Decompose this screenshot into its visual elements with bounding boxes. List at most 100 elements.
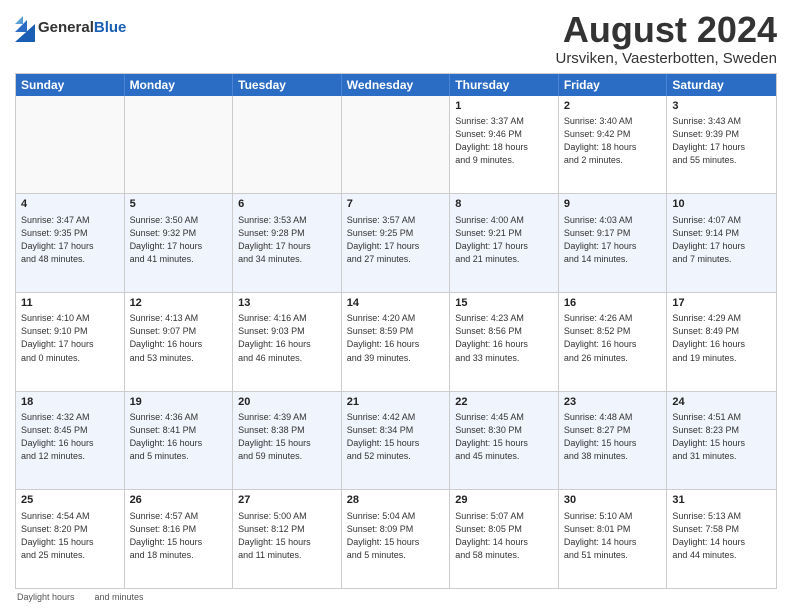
cell-text-line: and 14 minutes.: [564, 253, 662, 266]
cell-text-line: and 0 minutes.: [21, 352, 119, 365]
page: GeneralBlue August 2024 Ursviken, Vaeste…: [0, 0, 792, 612]
title-block: August 2024 Ursviken, Vaesterbotten, Swe…: [555, 10, 777, 67]
logo-general: General: [38, 19, 94, 36]
calendar-body: 1Sunrise: 3:37 AMSunset: 9:46 PMDaylight…: [16, 96, 776, 588]
cell-text-line: Sunrise: 3:40 AM: [564, 115, 662, 128]
cell-text-line: Sunset: 9:32 PM: [130, 227, 228, 240]
day-number: 19: [130, 395, 228, 410]
cell-text-line: and 48 minutes.: [21, 253, 119, 266]
header-day-sunday: Sunday: [16, 74, 125, 96]
day-number: 9: [564, 197, 662, 212]
cell-text-line: Sunset: 8:56 PM: [455, 325, 553, 338]
cell-text-line: Daylight: 17 hours: [21, 338, 119, 351]
cal-cell-r3c3: 21Sunrise: 4:42 AMSunset: 8:34 PMDayligh…: [342, 392, 451, 490]
cell-text-line: and 58 minutes.: [455, 549, 553, 562]
cell-text-line: Sunset: 8:59 PM: [347, 325, 445, 338]
cal-cell-r0c6: 3Sunrise: 3:43 AMSunset: 9:39 PMDaylight…: [667, 96, 776, 194]
day-number: 25: [21, 493, 119, 508]
cell-text-line: Sunrise: 4:54 AM: [21, 510, 119, 523]
day-number: 26: [130, 493, 228, 508]
cell-text-line: Sunset: 8:01 PM: [564, 523, 662, 536]
cell-text-line: Daylight: 16 hours: [130, 437, 228, 450]
cal-cell-r3c1: 19Sunrise: 4:36 AMSunset: 8:41 PMDayligh…: [125, 392, 234, 490]
cell-text-line: and 34 minutes.: [238, 253, 336, 266]
cell-text-line: Sunrise: 5:13 AM: [672, 510, 771, 523]
cell-text-line: Sunset: 8:38 PM: [238, 424, 336, 437]
cal-cell-r3c5: 23Sunrise: 4:48 AMSunset: 8:27 PMDayligh…: [559, 392, 668, 490]
cell-text-line: and 7 minutes.: [672, 253, 771, 266]
cal-cell-r2c5: 16Sunrise: 4:26 AMSunset: 8:52 PMDayligh…: [559, 293, 668, 391]
header-day-saturday: Saturday: [667, 74, 776, 96]
cell-text-line: Daylight: 16 hours: [455, 338, 553, 351]
cell-text-line: Daylight: 16 hours: [238, 338, 336, 351]
cell-text-line: Sunset: 9:28 PM: [238, 227, 336, 240]
cal-row-2: 11Sunrise: 4:10 AMSunset: 9:10 PMDayligh…: [16, 293, 776, 392]
day-number: 4: [21, 197, 119, 212]
cell-text-line: Sunrise: 4:10 AM: [21, 312, 119, 325]
day-number: 27: [238, 493, 336, 508]
cell-text-line: Sunset: 8:12 PM: [238, 523, 336, 536]
day-number: 15: [455, 296, 553, 311]
cell-text-line: and 45 minutes.: [455, 450, 553, 463]
cell-text-line: Sunrise: 4:16 AM: [238, 312, 336, 325]
cell-text-line: Sunset: 9:21 PM: [455, 227, 553, 240]
day-number: 21: [347, 395, 445, 410]
day-number: 28: [347, 493, 445, 508]
cell-text-line: Sunset: 9:03 PM: [238, 325, 336, 338]
cell-text-line: Sunset: 9:25 PM: [347, 227, 445, 240]
cell-text-line: Daylight: 18 hours: [455, 141, 553, 154]
cell-text-line: Sunrise: 3:53 AM: [238, 214, 336, 227]
subtitle: Ursviken, Vaesterbotten, Sweden: [555, 50, 777, 67]
cell-text-line: Sunset: 9:10 PM: [21, 325, 119, 338]
cell-text-line: Daylight: 18 hours: [564, 141, 662, 154]
cell-text-line: Sunset: 8:52 PM: [564, 325, 662, 338]
cell-text-line: Sunset: 8:16 PM: [130, 523, 228, 536]
day-number: 8: [455, 197, 553, 212]
calendar: SundayMondayTuesdayWednesdayThursdayFrid…: [15, 73, 777, 589]
cell-text-line: Daylight: 14 hours: [672, 536, 771, 549]
cell-text-line: Sunrise: 4:20 AM: [347, 312, 445, 325]
header-day-friday: Friday: [559, 74, 668, 96]
day-number: 10: [672, 197, 771, 212]
footer-note: Daylight hours and minutes: [15, 589, 777, 602]
day-number: 5: [130, 197, 228, 212]
cell-text-line: and 12 minutes.: [21, 450, 119, 463]
cell-text-line: and 9 minutes.: [455, 154, 553, 167]
day-number: 2: [564, 99, 662, 114]
cell-text-line: and 53 minutes.: [130, 352, 228, 365]
cell-text-line: and 18 minutes.: [130, 549, 228, 562]
day-number: 11: [21, 296, 119, 311]
day-number: 31: [672, 493, 771, 508]
cal-cell-r4c6: 31Sunrise: 5:13 AMSunset: 7:58 PMDayligh…: [667, 490, 776, 588]
cell-text-line: and 52 minutes.: [347, 450, 445, 463]
cal-cell-r3c4: 22Sunrise: 4:45 AMSunset: 8:30 PMDayligh…: [450, 392, 559, 490]
cell-text-line: Sunset: 8:09 PM: [347, 523, 445, 536]
main-title: August 2024: [555, 10, 777, 50]
cell-text-line: Sunset: 8:45 PM: [21, 424, 119, 437]
header: GeneralBlue August 2024 Ursviken, Vaeste…: [15, 10, 777, 67]
cal-row-3: 18Sunrise: 4:32 AMSunset: 8:45 PMDayligh…: [16, 392, 776, 491]
cell-text-line: Sunrise: 5:07 AM: [455, 510, 553, 523]
cal-row-1: 4Sunrise: 3:47 AMSunset: 9:35 PMDaylight…: [16, 194, 776, 293]
logo: GeneralBlue: [15, 14, 126, 42]
cell-text-line: and 44 minutes.: [672, 549, 771, 562]
cell-text-line: Sunrise: 4:42 AM: [347, 411, 445, 424]
cell-text-line: Sunset: 9:35 PM: [21, 227, 119, 240]
cell-text-line: Daylight: 17 hours: [130, 240, 228, 253]
cell-text-line: Daylight: 14 hours: [455, 536, 553, 549]
cal-cell-r2c3: 14Sunrise: 4:20 AMSunset: 8:59 PMDayligh…: [342, 293, 451, 391]
day-number: 13: [238, 296, 336, 311]
cell-text-line: Sunrise: 5:00 AM: [238, 510, 336, 523]
cal-cell-r0c1: [125, 96, 234, 194]
cell-text-line: Daylight: 16 hours: [347, 338, 445, 351]
cal-cell-r1c3: 7Sunrise: 3:57 AMSunset: 9:25 PMDaylight…: [342, 194, 451, 292]
cell-text-line: Daylight: 17 hours: [564, 240, 662, 253]
day-number: 7: [347, 197, 445, 212]
cell-text-line: Sunrise: 4:32 AM: [21, 411, 119, 424]
cell-text-line: Sunrise: 4:51 AM: [672, 411, 771, 424]
cal-cell-r1c4: 8Sunrise: 4:00 AMSunset: 9:21 PMDaylight…: [450, 194, 559, 292]
cell-text-line: and 2 minutes.: [564, 154, 662, 167]
cell-text-line: Daylight: 15 hours: [130, 536, 228, 549]
cell-text-line: Sunrise: 3:57 AM: [347, 214, 445, 227]
cell-text-line: Sunset: 8:20 PM: [21, 523, 119, 536]
